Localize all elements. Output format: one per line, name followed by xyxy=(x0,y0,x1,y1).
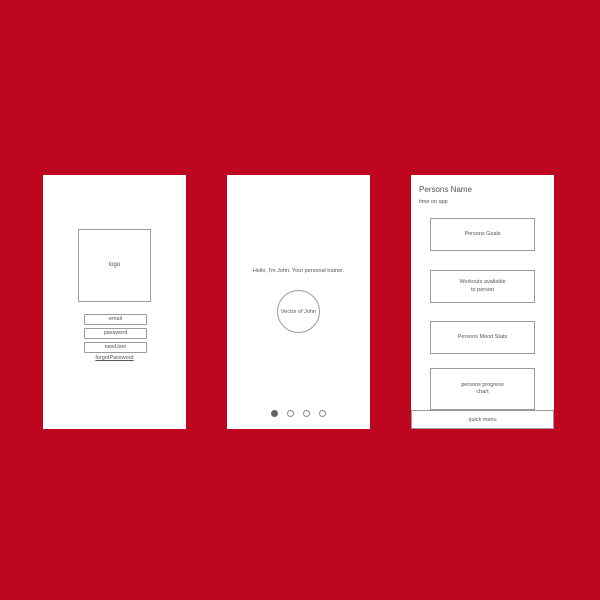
trainer-avatar: Vector of John xyxy=(277,290,320,333)
trainer-avatar-label: Vector of John xyxy=(280,308,317,315)
logo-placeholder: logo xyxy=(78,229,151,302)
new-user-button-label: newUser xyxy=(104,343,127,350)
person-name-title: Persons Name xyxy=(419,185,472,194)
intro-screen: Hello, I'm John. Your personal trainer. … xyxy=(227,175,370,429)
mood-stats-card-label: Persons Mood Stats xyxy=(457,333,508,340)
time-on-app-label: time on app xyxy=(419,199,448,205)
login-screen: logo email password newUser forgotPasswo… xyxy=(43,175,186,429)
email-field[interactable]: email xyxy=(84,314,147,325)
pager-dot[interactable] xyxy=(287,410,294,417)
profile-screen: Persons Name time on app Persons Goals W… xyxy=(411,175,554,429)
pager-dot[interactable] xyxy=(319,410,326,417)
logo-label: logo xyxy=(108,261,121,268)
quick-menu-label: quick menu xyxy=(468,416,497,423)
new-user-button[interactable]: newUser xyxy=(84,342,147,353)
progress-chart-card-label: persons progress chart xyxy=(461,381,504,395)
password-field-label: password xyxy=(103,329,128,336)
mood-stats-card[interactable]: Persons Mood Stats xyxy=(430,321,535,354)
goals-card[interactable]: Persons Goals xyxy=(430,218,535,251)
pager-dots xyxy=(227,410,370,417)
goals-card-label: Persons Goals xyxy=(464,230,501,237)
workouts-card[interactable]: Workouts available to person xyxy=(430,270,535,303)
trainer-greeting: Hello, I'm John. Your personal trainer. xyxy=(252,268,345,274)
forgot-password-link[interactable]: forgotPassword xyxy=(43,355,186,361)
pager-dot[interactable] xyxy=(271,410,278,417)
password-field[interactable]: password xyxy=(84,328,147,339)
progress-chart-card[interactable]: persons progress chart xyxy=(430,368,535,410)
quick-menu-button[interactable]: quick menu xyxy=(411,410,554,429)
workouts-card-label: Workouts available to person xyxy=(459,279,506,293)
pager-dot[interactable] xyxy=(303,410,310,417)
email-field-label: email xyxy=(108,315,123,322)
